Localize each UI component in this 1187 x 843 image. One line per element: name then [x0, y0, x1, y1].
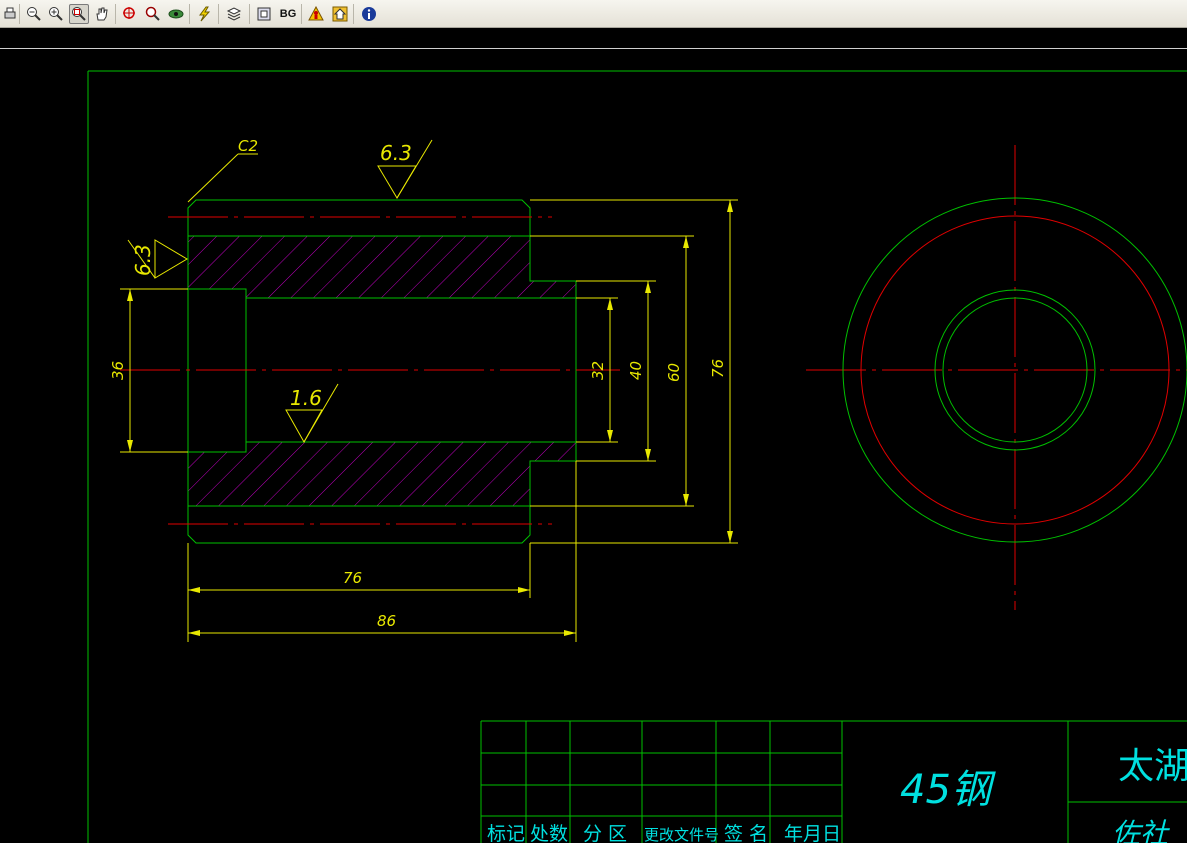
header-date: 年月日 [784, 823, 841, 843]
hatch-upper-left [188, 236, 246, 289]
dim-76-length-label: 76 [343, 569, 362, 587]
roughness-top-label: 6.3 [380, 141, 412, 165]
chamfer-label: C2 [238, 137, 258, 155]
dimension-lines [120, 139, 738, 642]
header-mark: 标记 [487, 823, 525, 843]
dim-40-label: 40 [627, 361, 645, 380]
header-zone: 分 区 [583, 823, 627, 843]
dim-86-length-label: 86 [377, 612, 396, 630]
material-label: 45钢 [900, 767, 996, 813]
roughness-left-label: 6.3 [131, 244, 155, 276]
header-change-doc: 更改文件号 [644, 826, 719, 843]
header-count: 处数 [530, 823, 568, 843]
dim-60-label: 60 [665, 363, 683, 382]
header-signature: 签 名 [724, 823, 768, 843]
dim-76-vertical-label: 76 [709, 359, 727, 378]
end-view [806, 145, 1187, 610]
roughness-bore-label: 1.6 [290, 386, 322, 410]
dim-36-label: 36 [109, 361, 127, 380]
company-label: 太湖 [1118, 746, 1187, 787]
cad-canvas[interactable]: C2 6.3 1.6 6.3 36 32 40 60 76 76 86 45钢 … [0, 0, 1187, 843]
title-sub-label: 佐社 [1112, 817, 1170, 843]
dim-32-label: 32 [589, 361, 607, 380]
